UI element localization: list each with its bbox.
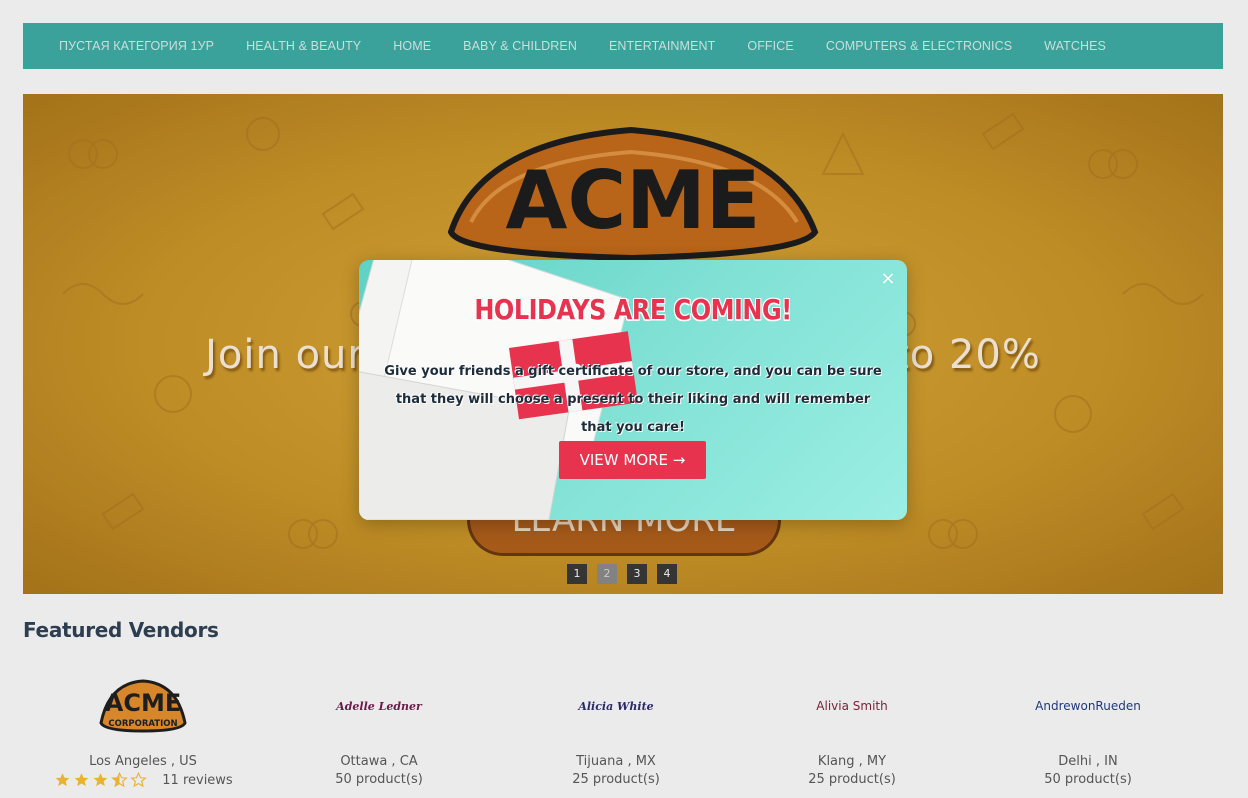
svg-text:CORPORATION: CORPORATION bbox=[108, 719, 177, 729]
vendor-location: Ottawa , CA bbox=[340, 754, 418, 769]
nav-item-home[interactable]: HOME bbox=[377, 39, 447, 53]
nav-item-entertainment[interactable]: ENTERTAINMENT bbox=[593, 39, 731, 53]
featured-vendors-title: Featured Vendors bbox=[23, 618, 219, 642]
acme-corporation-logo: ACME CORPORATION bbox=[99, 679, 187, 733]
slide-dot-1[interactable]: 1 bbox=[567, 564, 587, 584]
vendor-product-count: 25 product(s) bbox=[808, 772, 896, 787]
view-more-button[interactable]: VIEW MORE → bbox=[559, 441, 706, 479]
star-full-icon bbox=[93, 773, 108, 787]
nav-item-watches[interactable]: WATCHES bbox=[1028, 39, 1122, 53]
vendor-logo-text: Alicia White bbox=[578, 699, 654, 713]
slide-dot-3[interactable]: 3 bbox=[627, 564, 647, 584]
star-full-icon bbox=[74, 773, 89, 787]
vendor-location: Tijuana , MX bbox=[576, 754, 656, 769]
nav-item-computers-electronics[interactable]: COMPUTERS & ELECTRONICS bbox=[810, 39, 1028, 53]
vendor-logo[interactable]: AndrewonRueden bbox=[970, 674, 1206, 738]
vendor-card-alivia-smith[interactable]: Alivia Smith Klang , MY 25 product(s) bbox=[734, 674, 970, 787]
vendor-logo-text: Adelle Ledner bbox=[336, 699, 422, 713]
vendor-product-count: 50 product(s) bbox=[335, 772, 423, 787]
popup-title: HOLIDAYS ARE COMING! bbox=[474, 293, 792, 327]
vendor-logo-text: AndrewonRueden bbox=[1035, 699, 1141, 713]
holiday-popup: × HOLIDAYS ARE COMING! Give your friends… bbox=[359, 260, 907, 520]
vendor-location: Klang , MY bbox=[817, 754, 887, 769]
slide-dot-2[interactable]: 2 bbox=[597, 564, 617, 584]
star-full-icon bbox=[55, 773, 70, 787]
vendor-logo-text: Alivia Smith bbox=[816, 699, 888, 713]
vendor-location: Los Angeles , US bbox=[89, 754, 197, 769]
acme-logo-text: ACME bbox=[506, 154, 761, 247]
popup-body: Give your friends a gift certificate of … bbox=[384, 364, 882, 435]
vendor-rating: 11 reviews bbox=[25, 772, 261, 788]
vendor-reviews-count[interactable]: 11 reviews bbox=[162, 773, 232, 788]
vendor-card-acme[interactable]: ACME CORPORATION Los Angeles , US 11 rev… bbox=[25, 674, 261, 788]
nav-item-baby-children[interactable]: BABY & CHILDREN bbox=[447, 39, 593, 53]
vendor-logo[interactable]: Adelle Ledner bbox=[261, 674, 497, 738]
slide-dot-4[interactable]: 4 bbox=[657, 564, 677, 584]
slider-pagination: 1 2 3 4 bbox=[567, 564, 677, 584]
star-half-icon bbox=[111, 772, 129, 788]
vendor-logo[interactable]: Alivia Smith bbox=[734, 674, 970, 738]
star-empty-icon bbox=[130, 772, 148, 788]
svg-text:ACME: ACME bbox=[105, 689, 181, 717]
vendor-card-adelle-ledner[interactable]: Adelle Ledner Ottawa , CA 50 product(s) bbox=[261, 674, 497, 788]
nav-item-empty-category[interactable]: ПУСТАЯ КАТЕГОРИЯ 1УР bbox=[43, 39, 230, 53]
vendor-product-count: 25 product(s) bbox=[572, 772, 660, 787]
main-navigation: ПУСТАЯ КАТЕГОРИЯ 1УР HEALTH & BEAUTY HOM… bbox=[23, 23, 1223, 69]
vendor-logo[interactable]: Alicia White bbox=[498, 674, 734, 738]
close-icon[interactable]: × bbox=[879, 270, 897, 288]
vendor-location: Delhi , IN bbox=[1058, 754, 1118, 769]
nav-item-office[interactable]: OFFICE bbox=[731, 39, 809, 53]
vendor-card-andrewon-rueden[interactable]: AndrewonRueden Delhi , IN 50 product(s) bbox=[970, 674, 1206, 787]
vendor-card-alicia-white[interactable]: Alicia White Tijuana , MX 25 product(s) bbox=[498, 674, 734, 788]
nav-item-health-beauty[interactable]: HEALTH & BEAUTY bbox=[230, 39, 377, 53]
acme-logo: ACME bbox=[447, 126, 819, 262]
vendor-product-count: 50 product(s) bbox=[1044, 772, 1132, 787]
vendor-logo[interactable]: ACME CORPORATION bbox=[25, 674, 261, 738]
